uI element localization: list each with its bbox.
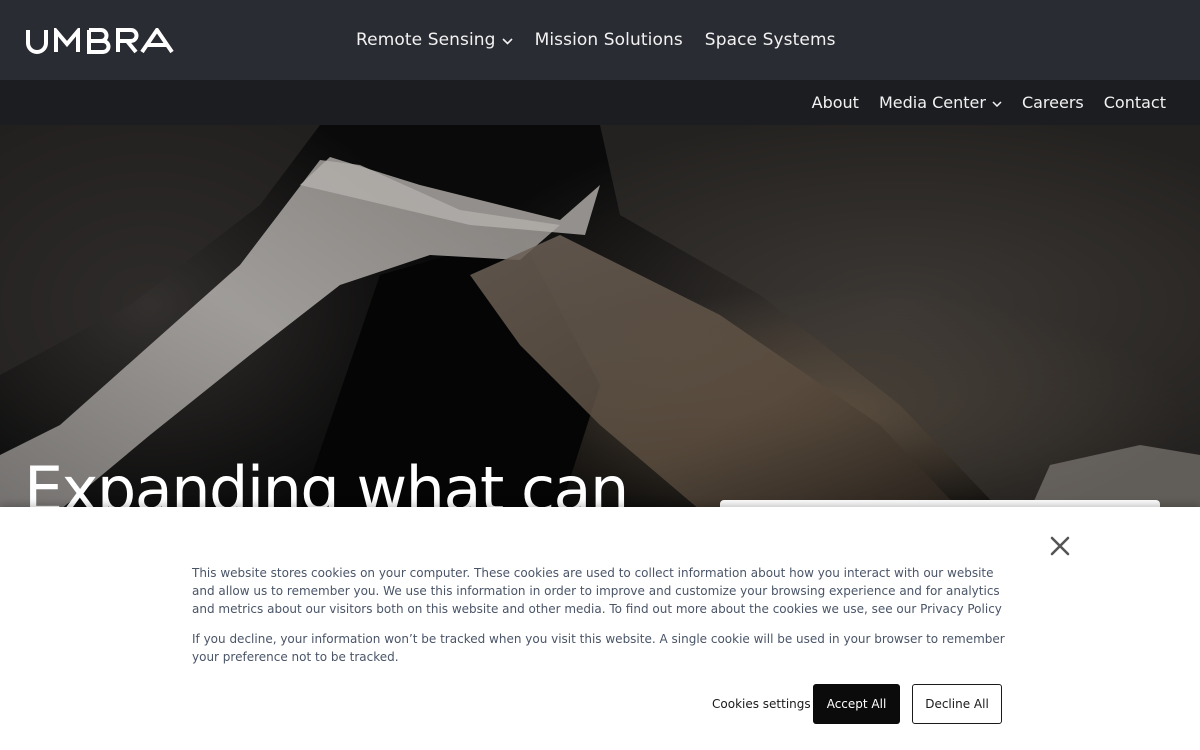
accept-all-button[interactable]: Accept All: [813, 684, 900, 724]
cookie-actions: Cookies settings Accept All Decline All: [0, 684, 1200, 724]
secondary-navigation: About Media Center Careers Contact: [0, 80, 1200, 125]
hero-section: Expanding what can: [0, 125, 1200, 510]
nav-careers[interactable]: Careers: [1022, 93, 1084, 112]
nav-space-systems-label: Space Systems: [704, 30, 836, 50]
primary-nav: Remote Sensing Mission Solutions Space S…: [356, 0, 858, 80]
nav-remote-sensing-label: Remote Sensing: [356, 30, 496, 50]
nav-mission-solutions-label: Mission Solutions: [534, 30, 683, 50]
top-navigation: Remote Sensing Mission Solutions Space S…: [0, 0, 1200, 80]
nav-space-systems[interactable]: Space Systems: [705, 30, 836, 50]
nav-media-center-label: Media Center: [878, 93, 986, 112]
hero-heading: Expanding what can: [24, 453, 629, 510]
cookie-policy-text: This website stores cookies on your comp…: [192, 566, 1002, 616]
nav-about-label: About: [811, 93, 859, 112]
cookie-decline-text: If you decline, your information won’t b…: [192, 632, 1005, 664]
nav-contact[interactable]: Contact: [1104, 93, 1166, 112]
nav-media-center[interactable]: Media Center: [879, 93, 1002, 112]
nav-contact-label: Contact: [1103, 93, 1166, 112]
nav-remote-sensing[interactable]: Remote Sensing: [356, 30, 513, 50]
cookie-consent-banner: This website stores cookies on your comp…: [0, 507, 1200, 750]
close-banner-button[interactable]: [1047, 533, 1073, 559]
umbra-logo[interactable]: [26, 28, 186, 54]
decline-all-button[interactable]: Decline All: [912, 684, 1002, 724]
nav-about[interactable]: About: [812, 93, 859, 112]
chevron-down-icon: [992, 100, 1002, 107]
cookies-settings-button[interactable]: Cookies settings: [712, 684, 811, 724]
nav-mission-solutions[interactable]: Mission Solutions: [535, 30, 683, 50]
chevron-down-icon: [502, 37, 513, 45]
secondary-nav: About Media Center Careers Contact: [792, 80, 1166, 125]
umbra-logo-mark: [26, 28, 174, 54]
nav-careers-label: Careers: [1021, 93, 1084, 112]
close-icon: [1050, 536, 1070, 556]
